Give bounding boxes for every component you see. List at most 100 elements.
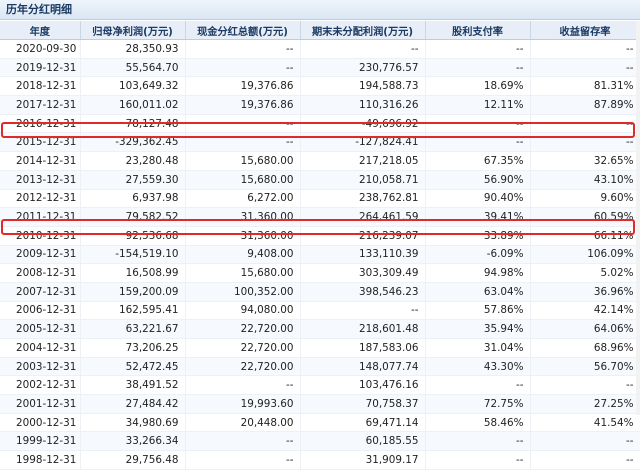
- column-header-retained-earnings[interactable]: 期末未分配利润(万元): [300, 21, 426, 40]
- cell-retention-ratio: 56.70%: [530, 357, 640, 377]
- column-header-net-profit[interactable]: 归母净利润(万元): [80, 21, 186, 40]
- table-row[interactable]: 2017-12-31 160,011.02 19,376.86 110,316.26 1…: [0, 95, 640, 115]
- cell-retained-earnings: 133,110.39: [300, 245, 426, 265]
- cell-retained-earnings: -49,696.92: [300, 114, 426, 134]
- cell-year: 1998-12-31: [0, 450, 81, 470]
- cell-year: 2000-12-31: [0, 413, 81, 433]
- table-row[interactable]: 2018-12-31 103,649.32 19,376.86 194,588.73 1…: [0, 76, 640, 97]
- cell-payout-ratio: --: [425, 114, 531, 134]
- cell-net-profit: 73,206.25: [80, 338, 186, 358]
- cell-cash-dividend: 22,720.00: [185, 357, 301, 377]
- cell-payout-ratio: --: [425, 375, 531, 396]
- table-row[interactable]: 2016-12-31 78,127.48 -- -49,696.92 -- --: [0, 114, 640, 134]
- cell-retained-earnings: --: [300, 39, 426, 59]
- cell-net-profit: 6,937.98: [80, 189, 186, 209]
- cell-retention-ratio: 43.10%: [530, 170, 640, 190]
- cell-cash-dividend: 20,448.00: [185, 413, 301, 433]
- cell-year: 2015-12-31: [0, 132, 81, 153]
- cell-cash-dividend: 22,720.00: [185, 319, 301, 339]
- cell-payout-ratio: --: [425, 39, 531, 59]
- cell-cash-dividend: 19,376.86: [185, 95, 301, 115]
- cell-year: 2012-12-31: [0, 189, 81, 209]
- cell-net-profit: 33,266.34: [80, 431, 186, 452]
- cell-retention-ratio: 81.31%: [530, 76, 640, 97]
- cell-net-profit: 34,980.69: [80, 413, 186, 433]
- cell-retention-ratio: 87.89%: [530, 95, 640, 115]
- cell-cash-dividend: --: [185, 39, 301, 59]
- cell-retention-ratio: 9.60%: [530, 189, 640, 209]
- table-row[interactable]: 2012-12-31 6,937.98 6,272.00 238,762.81 90.4…: [0, 189, 640, 209]
- cell-retained-earnings: 148,077.74: [300, 357, 426, 377]
- table-row[interactable]: 2003-12-31 52,472.45 22,720.00 148,077.74 43…: [0, 357, 640, 377]
- cell-payout-ratio: --: [425, 450, 531, 470]
- cell-year: 2010-12-31: [0, 226, 81, 246]
- cell-cash-dividend: --: [185, 375, 301, 396]
- column-header-retention-ratio[interactable]: 收益留存率: [530, 21, 640, 40]
- cell-payout-ratio: 63.04%: [425, 282, 531, 302]
- cell-retained-earnings: 103,476.16: [300, 375, 426, 396]
- cell-year: 2009-12-31: [0, 245, 81, 265]
- table-row[interactable]: 2001-12-31 27,484.42 19,993.60 70,758.37 72.…: [0, 394, 640, 414]
- cell-year: 2001-12-31: [0, 394, 81, 414]
- cell-payout-ratio: --: [425, 431, 531, 452]
- cell-net-profit: 92,536.68: [80, 226, 186, 246]
- cell-retained-earnings: --: [300, 301, 426, 321]
- cell-retention-ratio: --: [530, 114, 640, 134]
- dividend-table: 年度 归母净利润(万元) 现金分红总额(万元) 期末未分配利润(万元) 股利支付…: [0, 21, 640, 470]
- column-header-year[interactable]: 年度: [0, 21, 81, 40]
- column-header-cash-dividend[interactable]: 现金分红总额(万元): [185, 21, 301, 40]
- table-row[interactable]: 2010-12-31 92,536.68 31,360.00 216,239.07 33…: [0, 226, 640, 246]
- cell-retention-ratio: --: [530, 58, 640, 78]
- cell-retained-earnings: 230,776.57: [300, 58, 426, 78]
- cell-retention-ratio: 42.14%: [530, 301, 640, 321]
- cell-net-profit: 159,200.09: [80, 282, 186, 302]
- cell-retained-earnings: 69,471.14: [300, 413, 426, 433]
- table-row[interactable]: 2013-12-31 27,559.30 15,680.00 210,058.71 56…: [0, 170, 640, 190]
- cell-retention-ratio: --: [530, 39, 640, 59]
- cell-year: 2014-12-31: [0, 151, 81, 171]
- cell-cash-dividend: --: [185, 431, 301, 452]
- cell-net-profit: 103,649.32: [80, 76, 186, 97]
- cell-retained-earnings: 398,546.23: [300, 282, 426, 302]
- cell-cash-dividend: 9,408.00: [185, 245, 301, 265]
- cell-year: 2017-12-31: [0, 95, 81, 115]
- cell-retention-ratio: 27.25%: [530, 394, 640, 414]
- cell-net-profit: 27,484.42: [80, 394, 186, 414]
- cell-cash-dividend: --: [185, 132, 301, 153]
- cell-cash-dividend: 15,680.00: [185, 263, 301, 283]
- cell-year: 2011-12-31: [0, 207, 81, 227]
- table-row[interactable]: 2014-12-31 23,280.48 15,680.00 217,218.05 67…: [0, 151, 640, 171]
- table-row[interactable]: 2019-12-31 55,564.70 -- 230,776.57 -- --: [0, 58, 640, 78]
- table-row[interactable]: 2005-12-31 63,221.67 22,720.00 218,601.48 35…: [0, 319, 640, 339]
- cell-retention-ratio: 5.02%: [530, 263, 640, 283]
- table-row[interactable]: 1998-12-31 29,756.48 -- 31,909.17 -- --: [0, 450, 640, 470]
- table-row[interactable]: 2015-12-31 -329,362.45 -- -127,824.41 -- --: [0, 132, 640, 153]
- table-row[interactable]: 2000-12-31 34,980.69 20,448.00 69,471.14 58.…: [0, 413, 640, 433]
- table-row[interactable]: 2007-12-31 159,200.09 100,352.00 398,546.23…: [0, 282, 640, 302]
- cell-cash-dividend: 94,080.00: [185, 301, 301, 321]
- table-row[interactable]: 2009-12-31 -154,519.10 9,408.00 133,110.39-…: [0, 245, 640, 265]
- table-row[interactable]: 2002-12-31 38,491.52 -- 103,476.16 -- --: [0, 375, 640, 396]
- table-row[interactable]: 1999-12-31 33,266.34 -- 60,185.55 -- --: [0, 431, 640, 452]
- cell-retained-earnings: 110,316.26: [300, 95, 426, 115]
- scrollbar[interactable]: [636, 21, 640, 415]
- cell-cash-dividend: 19,376.86: [185, 76, 301, 97]
- cell-retention-ratio: 60.59%: [530, 207, 640, 227]
- table-row[interactable]: 2011-12-31 79,582.52 31,360.00 264,461.59 39…: [0, 207, 640, 227]
- cell-payout-ratio: 31.04%: [425, 338, 531, 358]
- cell-net-profit: 38,491.52: [80, 375, 186, 396]
- table-row[interactable]: 2020-09-30 28,350.93 -- -- -- --: [0, 39, 640, 59]
- cell-net-profit: -329,362.45: [80, 132, 186, 153]
- dividend-history-panel: 历年分红明细 年度 归母净利润(万元) 现金分红总额(万元) 期末未分配利润(万…: [0, 0, 640, 470]
- cell-retained-earnings: 194,588.73: [300, 76, 426, 97]
- cell-net-profit: 23,280.48: [80, 151, 186, 171]
- table-row[interactable]: 2008-12-31 16,508.99 15,680.00 303,309.49 94…: [0, 263, 640, 283]
- cell-retained-earnings: 216,239.07: [300, 226, 426, 246]
- table-row[interactable]: 2006-12-31 162,595.41 94,080.00 -- 57.86% 42.…: [0, 301, 640, 321]
- cell-retention-ratio: --: [530, 132, 640, 153]
- column-header-payout-ratio[interactable]: 股利支付率: [425, 21, 531, 40]
- cell-cash-dividend: 19,993.60: [185, 394, 301, 414]
- cell-retained-earnings: 264,461.59: [300, 207, 426, 227]
- table-row[interactable]: 2004-12-31 73,206.25 22,720.00 187,583.06 31…: [0, 338, 640, 358]
- cell-payout-ratio: 39.41%: [425, 207, 531, 227]
